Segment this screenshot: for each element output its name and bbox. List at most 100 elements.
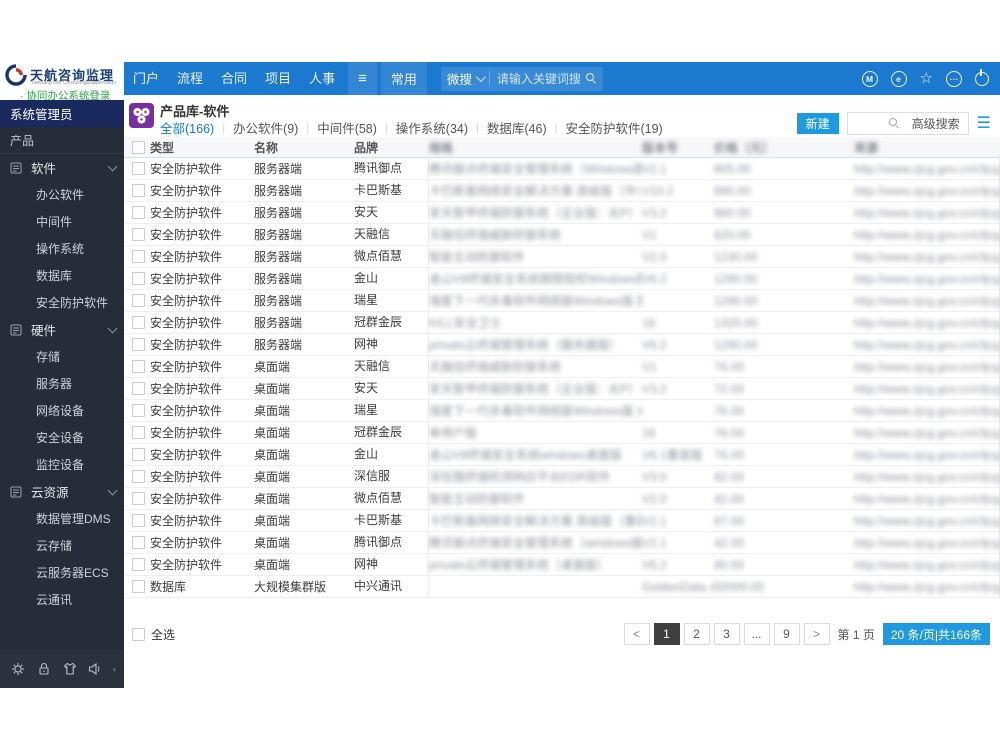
menu-item-数据库[interactable]: 数据库 — [0, 262, 124, 289]
more-icon[interactable]: ··· — [946, 70, 962, 87]
dock-collapse-icon[interactable]: ‹ — [113, 664, 116, 674]
table-row[interactable]: 安全防护软件 桌面端 天融信 天融信终端威胁防御系统 V1 76.00 http://www… — [124, 356, 1000, 378]
table-row[interactable]: 安全防护软件 服务器端 卡巴斯基卡巴斯基网络安全解决方案 高级版（中小企业定制版）K… — [124, 180, 1000, 202]
menu-group-云资源[interactable]: 云资源 — [0, 478, 124, 505]
power-logout-icon[interactable] — [975, 68, 989, 86]
next-page-button[interactable]: > — [803, 623, 830, 645]
page-button-9[interactable]: 9 — [773, 623, 800, 645]
table-row[interactable]: 安全防护软件 服务器端 冠群金辰 KILL安全卫士 16 1320.00 http://ww… — [124, 312, 1000, 334]
e-service-icon[interactable]: e — [890, 70, 907, 87]
row-checkbox[interactable] — [132, 338, 145, 351]
row-checkbox[interactable] — [132, 580, 145, 593]
lock-icon[interactable] — [36, 661, 52, 677]
page-button-3[interactable]: 3 — [713, 623, 740, 645]
row-checkbox[interactable] — [132, 404, 145, 417]
menu-item-云服务器ECS[interactable]: 云服务器ECS — [0, 559, 124, 586]
message-icon[interactable]: M — [861, 70, 878, 87]
header-checkbox[interactable] — [132, 140, 145, 154]
row-checkbox[interactable] — [132, 228, 145, 241]
tab-中间件(58)[interactable]: 中间件(58) — [317, 118, 377, 137]
nav-item-合同[interactable]: 合同 — [212, 62, 256, 95]
table-row[interactable]: 安全防护软件 服务器端 安天安天智甲终端防御系统（企业版：IEP）- 终端授权模块V… — [124, 202, 1000, 224]
tab-全部(166)[interactable]: 全部(166) — [160, 118, 214, 137]
row-checkbox[interactable] — [132, 184, 145, 197]
new-button[interactable]: 新建 — [796, 113, 839, 134]
table-row[interactable]: 安全防护软件 服务器端 微点佰慧 智能主动防御软件 V2.0 1230.00 http://… — [124, 246, 1000, 268]
list-view-icon[interactable]: ☰ — [977, 115, 991, 132]
table-row[interactable]: 安全防护软件 桌面端 金山 金山V8终端安全系统windows桌面版 V6.1重装版 76… — [124, 444, 1000, 466]
nav-item-项目[interactable]: 项目 — [256, 62, 300, 95]
row-checkbox[interactable] — [132, 360, 145, 373]
tab-操作系统(34)[interactable]: 操作系统(34) — [396, 118, 468, 137]
menu-group-硬件[interactable]: 硬件 — [0, 316, 124, 343]
table-row[interactable]: 安全防护软件 服务器端 金山金山V8终端安全系统期限授权Windows服务器版本V6… — [124, 268, 1000, 290]
select-all-checkbox[interactable] — [132, 627, 145, 641]
gear-icon[interactable] — [10, 661, 26, 677]
nav-item-门户[interactable]: 门户 — [124, 62, 168, 95]
menu-item-操作系统[interactable]: 操作系统 — [0, 235, 124, 262]
table-row[interactable]: 安全防护软件 桌面端 微点佰慧 智能主动防御软件 V2.0 42.00 http://www… — [124, 488, 1000, 510]
row-checkbox[interactable] — [132, 294, 145, 307]
menu-item-监控设备[interactable]: 监控设备 — [0, 451, 124, 478]
menu-item-数据管理DMS[interactable]: 数据管理DMS — [0, 505, 124, 532]
advanced-search-button[interactable]: 高级搜索 — [904, 115, 968, 132]
row-checkbox[interactable] — [132, 426, 145, 439]
prev-page-button[interactable]: < — [623, 623, 650, 645]
theme-shirt-icon[interactable] — [62, 661, 78, 677]
row-checkbox[interactable] — [132, 558, 145, 571]
row-checkbox[interactable] — [132, 382, 145, 395]
search-icon[interactable] — [585, 73, 597, 84]
menu-item-网络设备[interactable]: 网络设备 — [0, 397, 124, 424]
table-row[interactable]: 安全防护软件 服务器端 瑞星瑞星下一代杀毒软件网络版Windows版 服务器端 129… — [124, 290, 1000, 312]
global-search[interactable]: 微搜 请输入关键词搜 — [440, 66, 603, 91]
table-row[interactable]: 安全防护软件 桌面端 卡巴斯基卡巴斯基网络安全解决方案 高级版（重装授权版）- KE… — [124, 510, 1000, 532]
row-checkbox[interactable] — [132, 316, 145, 329]
menu-item-云通讯[interactable]: 云通讯 — [0, 586, 124, 613]
menu-group-软件[interactable]: 软件 — [0, 154, 124, 181]
row-checkbox[interactable] — [132, 250, 145, 263]
tab-数据库(46)[interactable]: 数据库(46) — [487, 118, 547, 137]
select-all[interactable]: 全选 — [124, 626, 175, 643]
table-row[interactable]: 数据库 大规模集群版 中兴通讯 GoldenData s...50000.00 http… — [124, 576, 1000, 598]
favorite-star-icon[interactable]: ☆ — [920, 71, 933, 86]
sidebar-section-product[interactable]: 产品 — [0, 127, 124, 154]
row-checkbox[interactable] — [132, 514, 145, 527]
row-checkbox[interactable] — [132, 162, 145, 175]
menu-item-存储[interactable]: 存储 — [0, 343, 124, 370]
page-button-2[interactable]: 2 — [683, 623, 710, 645]
table-row[interactable]: 安全防护软件 桌面端 冠群金辰 单用户版 16 76.00 http://www.zjcg.… — [124, 422, 1000, 444]
tab-安全防护软件(19)[interactable]: 安全防护软件(19) — [565, 118, 662, 137]
tab-办公软件(9)[interactable]: 办公软件(9) — [233, 118, 298, 137]
row-checkbox[interactable] — [132, 492, 145, 505]
table-row[interactable]: 安全防护软件 桌面端 腾讯御点腾讯御点终端安全管理系统（windows版）V2.1V… — [124, 532, 1000, 554]
page-size-info[interactable]: 20 条/页|共166条 — [882, 623, 990, 645]
table-row[interactable]: 安全防护软件 服务器端 网神 private云终端管理系统（服务器版） V6.2 1290… — [124, 334, 1000, 356]
menu-item-服务器[interactable]: 服务器 — [0, 370, 124, 397]
search-input[interactable]: 请输入关键词搜 — [497, 70, 581, 87]
advanced-search-input[interactable] — [848, 113, 904, 134]
nav-item-人事[interactable]: 人事 — [300, 62, 344, 95]
nav-item-流程[interactable]: 流程 — [168, 62, 212, 95]
menu-item-安全设备[interactable]: 安全设备 — [0, 424, 124, 451]
table-row[interactable]: 安全防护软件 服务器端 腾讯御点 腾讯御点终端安全管理系统（Windows版） V2.1… — [124, 158, 1000, 180]
row-checkbox[interactable] — [132, 470, 145, 483]
row-checkbox[interactable] — [132, 272, 145, 285]
row-checkbox[interactable] — [132, 206, 145, 219]
table-row[interactable]: 安全防护软件 桌面端 深信服 深信服终端检测响应平台EDR软件 V3.0 82.00 htt… — [124, 466, 1000, 488]
menu-item-安全防护软件[interactable]: 安全防护软件 — [0, 289, 124, 316]
row-checkbox[interactable] — [132, 448, 145, 461]
speaker-icon[interactable] — [87, 661, 103, 677]
menu-item-云存储[interactable]: 云存储 — [0, 532, 124, 559]
table-row[interactable]: 安全防护软件 桌面端 瑞星瑞星下一代杀毒软件网络版Windows版 桌面端 76.00… — [124, 400, 1000, 422]
table-row[interactable]: 安全防护软件 桌面端 安天安天智甲终端防御系统（企业版：IEP）- 终端授权模块V3… — [124, 378, 1000, 400]
row-checkbox[interactable] — [132, 536, 145, 549]
favorites-tab[interactable]: 常用 — [380, 62, 427, 95]
table-row[interactable]: 安全防护软件 服务器端 天融信 天融信终端威胁防御系统 V1 620.00 http://w… — [124, 224, 1000, 246]
menu-toggle-button[interactable]: ≡ — [348, 62, 377, 95]
table-row[interactable]: 安全防护软件 桌面端 网神 private云终端管理系统（桌面版） V6.2 80.00 h… — [124, 554, 1000, 576]
menu-item-办公软件[interactable]: 办公软件 — [0, 181, 124, 208]
search-engine-label[interactable]: 微搜 — [447, 69, 472, 88]
menu-item-中间件[interactable]: 中间件 — [0, 208, 124, 235]
page-button-...[interactable]: ... — [743, 623, 770, 645]
page-button-1[interactable]: 1 — [653, 623, 680, 645]
